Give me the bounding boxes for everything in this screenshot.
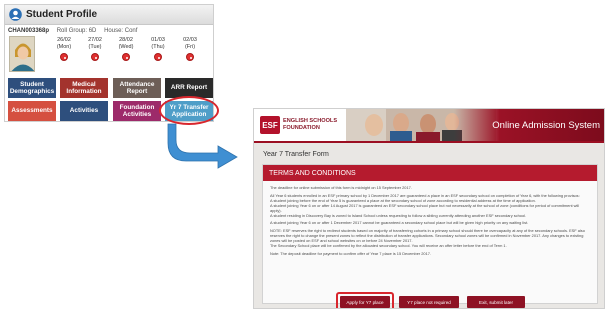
terms-and-conditions-panel: TERMS AND CONDITIONS The deadline for on…: [262, 164, 598, 304]
avatar: [9, 36, 35, 72]
user-icon: [9, 8, 22, 21]
org-line-1: ENGLISH SCHOOLS: [283, 118, 338, 124]
esf-logo: ESF: [260, 116, 280, 134]
attendance-weekday: (Thu): [151, 43, 165, 50]
terms-line: A student joining Year 6 on or after 14 …: [270, 202, 580, 213]
org-line-2: FOUNDATION: [283, 124, 320, 131]
terms-body: The deadline for online submission of th…: [263, 181, 597, 257]
terms-paragraph: All Year 6 students enrolled in an ESF p…: [270, 193, 590, 219]
absent-dot-icon: [154, 53, 162, 61]
attendance-weekday: (Fri): [184, 43, 196, 50]
absent-dot-icon: [60, 53, 68, 61]
terms-line: NOTE: ESF reserves the right to redirect…: [270, 228, 585, 244]
student-demographics-tile[interactable]: Student Demographics: [8, 78, 56, 98]
profile-summary: CHAN003368p Roll Group: 6D House: Conf: [8, 28, 137, 34]
admission-banner: ESF ENGLISH SCHOOLS FOUNDATION Online Ad…: [254, 109, 604, 143]
activities-tile[interactable]: Activities: [60, 101, 108, 121]
terms-paragraph: The deadline for online submission of th…: [270, 185, 412, 190]
student-id: CHAN003368p: [8, 28, 50, 34]
absent-dot-icon: [91, 53, 99, 61]
medical-information-tile[interactable]: Medical Information: [60, 78, 108, 98]
roll-group: Roll Group: 6D: [56, 28, 97, 34]
attendance-day-tue: 27/02 (Tue): [82, 37, 108, 61]
house: House: Conf: [104, 28, 138, 34]
absent-dot-icon: [122, 53, 130, 61]
assessments-tile[interactable]: Assessments: [8, 101, 56, 121]
profile-header: Student Profile: [5, 5, 213, 25]
terms-paragraph: Note: The deposit deadline for payment t…: [270, 250, 431, 256]
absent-dot-icon: [186, 53, 194, 61]
attendance-day-thu: 01/03 (Thu): [145, 37, 171, 61]
attendance-day-fri: 02/03 (Fri): [177, 37, 203, 61]
terms-heading: TERMS AND CONDITIONS: [263, 165, 597, 181]
terms-line: The Secondary School place will be confi…: [270, 243, 507, 249]
attendance-day-wed: 28/02 (Wed): [113, 37, 139, 61]
transfer-highlight-ring: [159, 96, 219, 125]
terms-paragraph: A student joining Year 6 on or after 1 D…: [270, 220, 529, 226]
apply-highlight-ring: [336, 292, 394, 308]
attendance-weekday: (Wed): [118, 43, 134, 50]
esf-organisation-name: ENGLISH SCHOOLS FOUNDATION: [283, 118, 337, 132]
arr-report-tile[interactable]: ARR Report: [165, 78, 213, 98]
terms-paragraph: NOTE: ESF reserves the right to redirect…: [270, 228, 590, 249]
admission-system-window: ESF ENGLISH SCHOOLS FOUNDATION Online Ad…: [253, 108, 605, 309]
exit-submit-later-button[interactable]: Exit, submit later: [467, 296, 525, 308]
attendance-weekday: (Tue): [88, 43, 102, 50]
attendance-report-tile[interactable]: Attendance Report: [113, 78, 161, 98]
profile-title: Student Profile: [26, 9, 98, 20]
foundation-activities-tile[interactable]: Foundation Activities: [113, 101, 161, 121]
student-profile-card: Student Profile CHAN003368p Roll Group: …: [4, 4, 219, 125]
system-title: Online Admission System: [492, 120, 600, 131]
y7-place-not-required-button[interactable]: Y7 place not required: [399, 296, 459, 308]
form-title: Year 7 Transfer Form: [263, 151, 329, 158]
attendance-day-mon: 26/02 (Mon): [51, 37, 77, 61]
attendance-weekday: (Mon): [56, 43, 72, 50]
terms-line: A student residing in Discovery Bay is z…: [270, 212, 527, 218]
